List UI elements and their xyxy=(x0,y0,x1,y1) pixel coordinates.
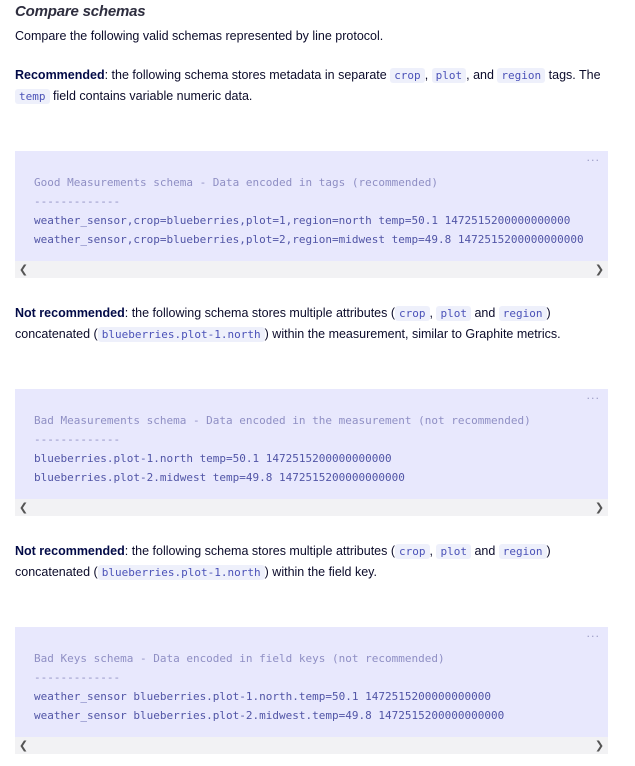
inline-code-region: region xyxy=(497,68,546,83)
inline-code-plot: plot xyxy=(431,68,467,83)
inline-code-plot: plot xyxy=(436,544,471,559)
not-recommended-measurement-paragraph: Not recommended: the following schema st… xyxy=(15,303,615,345)
more-options-icon[interactable]: ··· xyxy=(587,154,601,167)
inline-code-crop: crop xyxy=(395,306,430,321)
code-block-bad-measurements: ··· Bad Measurements schema - Data encod… xyxy=(15,389,608,499)
scroll-right-icon[interactable]: ❯ xyxy=(591,261,608,278)
inline-code-example: blueberries.plot-1.north xyxy=(97,565,265,580)
text: , xyxy=(424,68,432,82)
code-comment: Good Measurements schema - Data encoded … xyxy=(34,176,438,189)
scroll-right-icon[interactable]: ❯ xyxy=(591,737,608,754)
horizontal-scrollbar[interactable]: ❮ ❯ xyxy=(15,261,608,278)
scroll-left-icon[interactable]: ❮ xyxy=(15,737,32,754)
text: ) within the field key. xyxy=(264,565,377,579)
text: ) within the measurement, similar to Gra… xyxy=(264,327,561,341)
code-content: Bad Keys schema - Data encoded in field … xyxy=(34,649,504,725)
text: and xyxy=(470,306,499,320)
text: ) xyxy=(546,544,551,558)
text: concatenated ( xyxy=(15,327,98,341)
inline-code-region: region xyxy=(498,544,547,559)
code-comment: Bad Keys schema - Data encoded in field … xyxy=(34,652,445,665)
not-recommended-label: Not recommended xyxy=(15,306,125,320)
code-line: weather_sensor blueberries.plot-2.midwes… xyxy=(34,709,505,722)
inline-code-crop: crop xyxy=(395,544,430,559)
recommended-label: Recommended xyxy=(15,68,105,82)
inline-code-crop: crop xyxy=(390,68,425,83)
code-block-bad-keys: ··· Bad Keys schema - Data encoded in fi… xyxy=(15,627,608,737)
code-line: blueberries.plot-1.north temp=50.1 14725… xyxy=(34,452,392,465)
code-comment: Bad Measurements schema - Data encoded i… xyxy=(34,414,531,427)
scroll-left-icon[interactable]: ❮ xyxy=(15,499,32,516)
code-line: blueberries.plot-2.midwest temp=49.8 147… xyxy=(34,471,405,484)
code-line: weather_sensor,crop=blueberries,plot=2,r… xyxy=(34,233,584,246)
inline-code-region: region xyxy=(498,306,547,321)
not-recommended-label: Not recommended xyxy=(15,544,125,558)
text: : the following schema stores metadata i… xyxy=(104,68,391,82)
inline-code-example: blueberries.plot-1.north xyxy=(97,327,265,342)
horizontal-scrollbar[interactable]: ❮ ❯ xyxy=(15,737,608,754)
text: : the following schema stores multiple a… xyxy=(124,306,396,320)
code-separator: ------------- xyxy=(34,671,121,684)
text: field contains variable numeric data. xyxy=(49,89,253,103)
code-separator: ------------- xyxy=(34,195,121,208)
code-line: weather_sensor blueberries.plot-1.north.… xyxy=(34,690,491,703)
inline-code-temp: temp xyxy=(15,89,50,104)
code-content: Good Measurements schema - Data encoded … xyxy=(34,173,584,249)
text: : the following schema stores multiple a… xyxy=(124,544,396,558)
text: tags. The xyxy=(545,68,601,82)
code-separator: ------------- xyxy=(34,433,121,446)
text: and xyxy=(470,544,499,558)
code-content: Bad Measurements schema - Data encoded i… xyxy=(34,411,531,487)
more-options-icon[interactable]: ··· xyxy=(587,630,601,643)
more-options-icon[interactable]: ··· xyxy=(587,392,601,405)
code-line: weather_sensor,crop=blueberries,plot=1,r… xyxy=(34,214,571,227)
not-recommended-field-key-paragraph: Not recommended: the following schema st… xyxy=(15,541,615,583)
scroll-left-icon[interactable]: ❮ xyxy=(15,261,32,278)
section-heading: Compare schemas xyxy=(15,3,146,20)
text: concatenated ( xyxy=(15,565,98,579)
horizontal-scrollbar[interactable]: ❮ ❯ xyxy=(15,499,608,516)
intro-paragraph: Compare the following valid schemas repr… xyxy=(15,29,384,43)
inline-code-plot: plot xyxy=(436,306,471,321)
recommended-paragraph: Recommended: the following schema stores… xyxy=(15,65,615,107)
text: , and xyxy=(466,68,498,82)
scroll-right-icon[interactable]: ❯ xyxy=(591,499,608,516)
code-block-good-schema: ··· Good Measurements schema - Data enco… xyxy=(15,151,608,261)
text: ) xyxy=(546,306,551,320)
